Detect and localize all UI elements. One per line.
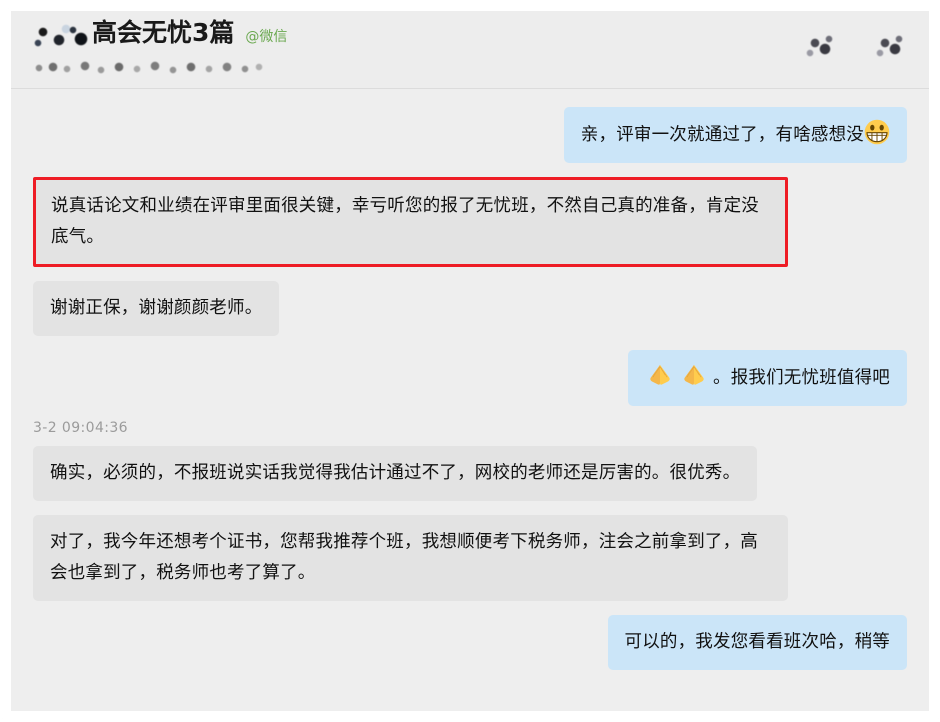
message-text: 对了，我今年还想考个证书，您帮我推荐个班，我想顺便考下税务师，注会之前拿到了，高… <box>50 532 758 583</box>
message-row-incoming: 谢谢正保，谢谢颜颜老师。 <box>33 281 907 336</box>
message-text: 确实，必须的，不报班说实话我觉得我估计通过不了，网校的老师还是厉害的。很优秀。 <box>50 463 741 483</box>
message-timestamp: 3-2 09:04:36 <box>33 420 128 436</box>
message-row-outgoing: 。报我们无忧班值得吧 <box>33 350 907 406</box>
message-bubble-incoming[interactable]: 对了，我今年还想考个证书，您帮我推荐个班，我想顺便考下税务师，注会之前拿到了，高… <box>33 515 788 601</box>
blurred-nickname-icon <box>33 24 91 50</box>
timestamp-row: 3-2 09:04:36 <box>33 420 907 436</box>
message-bubble-outgoing[interactable]: 。报我们无忧班值得吧 <box>628 350 907 406</box>
grinning-face-emoji <box>864 119 890 145</box>
message-bubble-incoming[interactable]: 确实，必须的，不报班说实话我觉得我估计通过不了，网校的老师还是厉害的。很优秀。 <box>33 446 758 501</box>
stamp-frame: 高会无忧3篇 @微信 亲，评审一次就通过了，有啥感想没 说真话论文和业绩在评审里… <box>0 0 940 722</box>
header-icon-1[interactable] <box>805 33 837 63</box>
message-row-outgoing: 亲，评审一次就通过了，有啥感想没 <box>33 107 907 163</box>
page-title: 高会无忧3篇 <box>92 18 235 47</box>
header-icon-2[interactable] <box>875 33 907 63</box>
message-row-incoming: 对了，我今年还想考个证书，您帮我推荐个班，我想顺便考下税务师，注会之前拿到了，高… <box>33 515 907 601</box>
header-icon-group <box>805 33 907 63</box>
message-text: 谢谢正保，谢谢颜颜老师。 <box>50 298 263 318</box>
chat-header: 高会无忧3篇 @微信 <box>11 11 929 89</box>
message-row-outgoing: 可以的，我发您看看班次哈，稍等 <box>33 615 907 670</box>
message-text: 可以的，我发您看看班次哈，稍等 <box>624 632 890 652</box>
message-bubble-incoming[interactable]: 谢谢正保，谢谢颜颜老师。 <box>33 281 280 336</box>
chat-screenshot-card: 高会无忧3篇 @微信 亲，评审一次就通过了，有啥感想没 说真话论文和业绩在评审里… <box>11 11 929 711</box>
message-list[interactable]: 亲，评审一次就通过了，有啥感想没 说真话论文和业绩在评审里面很关键，幸亏听您的报… <box>11 89 929 711</box>
message-text: 说真话论文和业绩在评审里面很关键，幸亏听您的报了无忧班，不然自己真的准备，肯定没… <box>51 196 759 247</box>
message-text: 亲，评审一次就通过了，有啥感想没 <box>580 125 864 145</box>
message-row-incoming-highlighted: 说真话论文和业绩在评审里面很关键，幸亏听您的报了无忧班，不然自己真的准备，肯定没… <box>33 177 907 267</box>
message-row-incoming: 确实，必须的，不报班说实话我觉得我估计通过不了，网校的老师还是厉害的。很优秀。 <box>33 446 907 501</box>
folded-hands-emoji <box>684 364 704 385</box>
message-text: 。报我们无忧班值得吧 <box>713 368 890 388</box>
message-bubble-outgoing[interactable]: 可以的，我发您看看班次哈，稍等 <box>607 615 907 670</box>
blurred-subtitle-icon <box>33 60 265 76</box>
folded-hands-emoji <box>650 364 670 385</box>
chat-source-label: @微信 <box>245 29 288 45</box>
chat-title-row: 高会无忧3篇 @微信 <box>33 17 907 57</box>
message-bubble-outgoing[interactable]: 亲，评审一次就通过了，有啥感想没 <box>563 107 907 163</box>
message-bubble-highlighted[interactable]: 说真话论文和业绩在评审里面很关键，幸亏听您的报了无忧班，不然自己真的准备，肯定没… <box>33 177 788 267</box>
